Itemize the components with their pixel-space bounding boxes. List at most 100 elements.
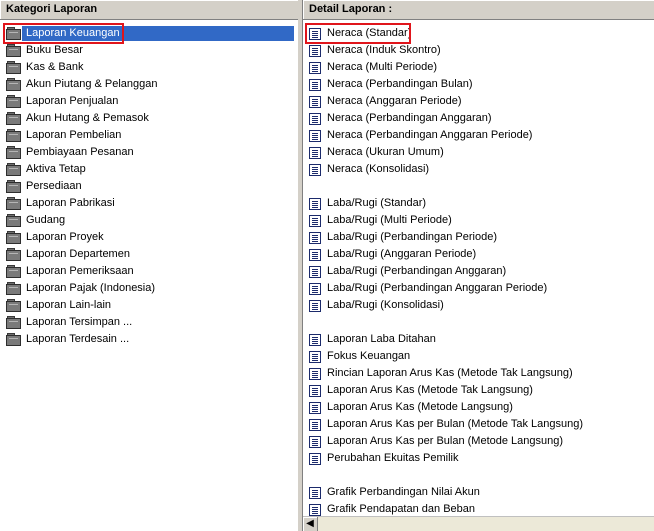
report-item-label: Laba/Rugi (Anggaran Periode): [327, 248, 477, 260]
report-item-neraca-perbandingan-anggaran[interactable]: Neraca (Perbandingan Anggaran): [303, 110, 654, 127]
report-icon: [309, 384, 321, 397]
report-item-laba-rugi-konsolidasi[interactable]: Laba/Rugi (Konsolidasi): [303, 297, 654, 314]
category-item-label: Gudang: [26, 214, 66, 226]
folder-icon: [6, 180, 21, 193]
category-item-label: Laporan Departemen: [26, 248, 130, 260]
report-item-neraca-konsolidasi[interactable]: Neraca (Konsolidasi): [303, 161, 654, 178]
category-item-gudang[interactable]: Gudang: [0, 212, 298, 229]
report-item-neraca-induk-skontro[interactable]: Neraca (Induk Skontro): [303, 42, 654, 59]
report-item-grafik-perbandingan-nilai-akun[interactable]: Grafik Perbandingan Nilai Akun: [303, 484, 654, 501]
report-item-neraca-perbandingan-bulan[interactable]: Neraca (Perbandingan Bulan): [303, 76, 654, 93]
report-item-laporan-arus-kas-metode-langsung[interactable]: Laporan Arus Kas (Metode Langsung): [303, 399, 654, 416]
report-item-neraca-standar[interactable]: Neraca (Standar): [303, 25, 654, 42]
report-item-label: Neraca (Perbandingan Anggaran): [327, 112, 492, 124]
category-item-laporan-keuangan[interactable]: Laporan Keuangan: [0, 25, 298, 42]
report-item-label: Laporan Arus Kas (Metode Langsung): [327, 401, 513, 413]
category-item-laporan-lain-lain[interactable]: Laporan Lain-lain: [0, 297, 298, 314]
category-item-laporan-pemeriksaan[interactable]: Laporan Pemeriksaan: [0, 263, 298, 280]
category-item-kas-bank[interactable]: Kas & Bank: [0, 59, 298, 76]
category-item-label: Laporan Pembelian: [26, 129, 122, 141]
report-item-laporan-arus-kas-per-bulan-metode-langsung[interactable]: Laporan Arus Kas per Bulan (Metode Langs…: [303, 433, 654, 450]
category-item-laporan-proyek[interactable]: Laporan Proyek: [0, 229, 298, 246]
report-item-laba-rugi-perbandingan-anggaran-periode[interactable]: Laba/Rugi (Perbandingan Anggaran Periode…: [303, 280, 654, 297]
folder-icon: [6, 163, 21, 176]
folder-icon: [6, 316, 21, 329]
category-item-laporan-departemen[interactable]: Laporan Departemen: [0, 246, 298, 263]
folder-icon: [6, 129, 21, 142]
scroll-left-button[interactable]: ◀: [303, 517, 318, 531]
category-item-label: Aktiva Tetap: [26, 163, 86, 175]
report-category-panel: Kategori Laporan Laporan Keuangan Buku Be…: [0, 0, 299, 531]
report-icon: [309, 95, 321, 108]
category-item-laporan-pajak-indonesia[interactable]: Laporan Pajak (Indonesia): [0, 280, 298, 297]
report-item-label: Neraca (Multi Periode): [327, 61, 438, 73]
report-item-neraca-anggaran-periode[interactable]: Neraca (Anggaran Periode): [303, 93, 654, 110]
report-icon: [309, 435, 321, 448]
category-item-label: Laporan Pemeriksaan: [26, 265, 134, 277]
category-item-akun-piutang-pelanggan[interactable]: Akun Piutang & Pelanggan: [0, 76, 298, 93]
report-icon: [309, 146, 321, 159]
category-list: Laporan Keuangan Buku Besar Kas & Bank Akun…: [0, 20, 298, 348]
category-item-label: Laporan Terdesain ...: [26, 333, 130, 345]
report-icon: [309, 27, 321, 40]
category-item-laporan-penjualan[interactable]: Laporan Penjualan: [0, 93, 298, 110]
report-icon: [309, 367, 321, 380]
report-icon: [309, 299, 321, 312]
category-item-laporan-pabrikasi[interactable]: Laporan Pabrikasi: [0, 195, 298, 212]
report-item-laba-rugi-anggaran-periode[interactable]: Laba/Rugi (Anggaran Periode): [303, 246, 654, 263]
report-item-label: Rincian Laporan Arus Kas (Metode Tak Lan…: [327, 367, 573, 379]
folder-icon: [6, 112, 21, 125]
folder-icon: [6, 214, 21, 227]
report-detail-list: Neraca (Standar) Neraca (Induk Skontro) Ne…: [303, 20, 654, 518]
report-item-label: Laba/Rugi (Standar): [327, 197, 427, 209]
folder-icon: [6, 197, 21, 210]
report-item-label: Neraca (Anggaran Periode): [327, 95, 462, 107]
report-item-label: Laporan Arus Kas per Bulan (Metode Tak L…: [327, 418, 584, 430]
category-item-laporan-tersimpan[interactable]: Laporan Tersimpan ...: [0, 314, 298, 331]
report-item-neraca-ukuran-umum[interactable]: Neraca (Ukuran Umum): [303, 144, 654, 161]
report-item-neraca-multi-periode[interactable]: Neraca (Multi Periode): [303, 59, 654, 76]
report-item-label: Laba/Rugi (Perbandingan Anggaran): [327, 265, 507, 277]
category-item-pembiayaan-pesanan[interactable]: Pembiayaan Pesanan: [0, 144, 298, 161]
report-item-laporan-arus-kas-metode-tak-langsung[interactable]: Laporan Arus Kas (Metode Tak Langsung): [303, 382, 654, 399]
report-item-laba-rugi-standar[interactable]: Laba/Rugi (Standar): [303, 195, 654, 212]
report-item-label: Laba/Rugi (Perbandingan Periode): [327, 231, 498, 243]
horizontal-scrollbar[interactable]: ◀: [303, 516, 654, 531]
category-item-laporan-pembelian[interactable]: Laporan Pembelian: [0, 127, 298, 144]
category-panel-header: Kategori Laporan: [0, 0, 298, 20]
report-item-laba-rugi-perbandingan-periode[interactable]: Laba/Rugi (Perbandingan Periode): [303, 229, 654, 246]
report-icon: [309, 78, 321, 91]
category-item-persediaan[interactable]: Persediaan: [0, 178, 298, 195]
category-item-label: Laporan Pabrikasi: [26, 197, 115, 209]
report-item-label: Neraca (Perbandingan Bulan): [327, 78, 473, 90]
category-item-aktiva-tetap[interactable]: Aktiva Tetap: [0, 161, 298, 178]
category-item-akun-hutang-pemasok[interactable]: Akun Hutang & Pemasok: [0, 110, 298, 127]
report-item-label: Neraca (Standar): [327, 27, 412, 39]
report-item-fokus-keuangan[interactable]: Fokus Keuangan: [303, 348, 654, 365]
report-icon: [309, 333, 321, 346]
report-item-label: Laporan Arus Kas (Metode Tak Langsung): [327, 384, 533, 396]
category-item-label: Pembiayaan Pesanan: [26, 146, 134, 158]
report-item-label: Neraca (Induk Skontro): [327, 44, 441, 56]
report-item-label: Laba/Rugi (Perbandingan Anggaran Periode…: [327, 282, 548, 294]
report-item-label: Perubahan Ekuitas Pemilik: [327, 452, 459, 464]
report-item-laporan-arus-kas-per-bulan-metode-tak-langsung[interactable]: Laporan Arus Kas per Bulan (Metode Tak L…: [303, 416, 654, 433]
report-item-rincian-laporan-arus-kas-metode-tak-langsung[interactable]: Rincian Laporan Arus Kas (Metode Tak Lan…: [303, 365, 654, 382]
detail-panel-header: Detail Laporan :: [303, 0, 654, 20]
category-item-buku-besar[interactable]: Buku Besar: [0, 42, 298, 59]
report-icon: [309, 112, 321, 125]
category-item-laporan-terdesain[interactable]: Laporan Terdesain ...: [0, 331, 298, 348]
category-item-label: Akun Hutang & Pemasok: [26, 112, 149, 124]
report-item-label: Grafik Perbandingan Nilai Akun: [327, 486, 480, 498]
report-item-laba-rugi-multi-periode[interactable]: Laba/Rugi (Multi Periode): [303, 212, 654, 229]
report-item-label: Neraca (Perbandingan Anggaran Periode): [327, 129, 533, 141]
report-item-label: Laba/Rugi (Multi Periode): [327, 214, 452, 226]
folder-icon: [6, 282, 21, 295]
report-item-laba-rugi-perbandingan-anggaran[interactable]: Laba/Rugi (Perbandingan Anggaran): [303, 263, 654, 280]
report-item-laporan-laba-ditahan[interactable]: Laporan Laba Ditahan: [303, 331, 654, 348]
report-detail-panel: Detail Laporan : Neraca (Standar) Neraca …: [302, 0, 654, 531]
report-icon: [309, 197, 321, 210]
report-item-neraca-perbandingan-anggaran-periode[interactable]: Neraca (Perbandingan Anggaran Periode): [303, 127, 654, 144]
report-item-perubahan-ekuitas-pemilik[interactable]: Perubahan Ekuitas Pemilik: [303, 450, 654, 467]
